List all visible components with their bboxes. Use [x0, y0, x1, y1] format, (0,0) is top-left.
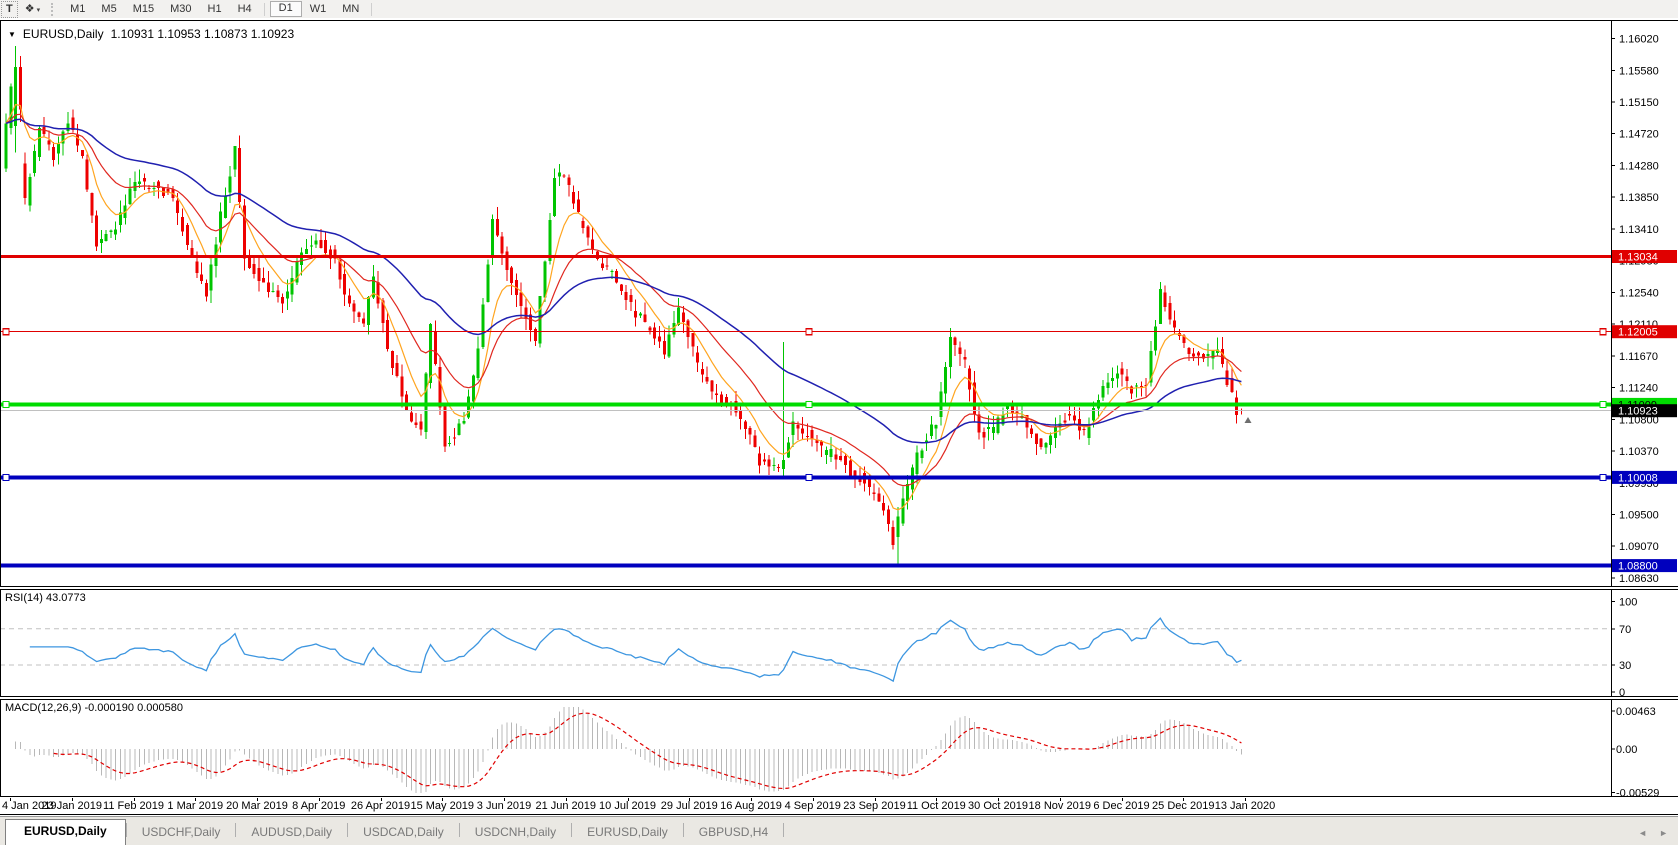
timeframe-button-group: M1M5M15M30H1H4 D1W1MN: [62, 1, 367, 17]
date-label: 11 Oct 2019: [907, 800, 966, 812]
rsi-tick-label: 0: [1619, 687, 1625, 697]
svg-text:1.10923: 1.10923: [1618, 406, 1658, 418]
date-label: 29 Jul 2019: [661, 800, 718, 812]
chart-tab-usdcnh-daily[interactable]: USDCNH,Daily: [460, 821, 571, 845]
date-label: 16 Aug 2019: [720, 800, 782, 812]
date-label: 23 Sep 2019: [843, 800, 905, 812]
price-tick-label: 1.15150: [1619, 97, 1659, 109]
objects-tool-button[interactable]: ❖▾: [20, 2, 45, 17]
date-label: 21 Jun 2019: [535, 800, 596, 812]
chart-dropdown-icon[interactable]: ▼: [8, 30, 16, 39]
price-tick-label: 1.15580: [1619, 66, 1659, 78]
price-tick-label: 1.11670: [1619, 351, 1658, 363]
date-label: 30 Oct 2019: [968, 800, 1028, 812]
toolbar-separator: [371, 3, 373, 16]
timeframe-button-d1[interactable]: D1: [270, 1, 302, 17]
price-tick-label: 1.11240: [1619, 383, 1658, 395]
timeframe-button-w1[interactable]: W1: [302, 2, 335, 16]
date-label: 25 Dec 2019: [1152, 800, 1214, 812]
objects-tool-icon: ❖: [25, 3, 35, 15]
timeframe-button-m1[interactable]: M1: [62, 2, 93, 16]
chart-symbol-label: EURUSD,Daily: [23, 27, 104, 41]
chart-tab-usdcad-daily[interactable]: USDCAD,Daily: [348, 821, 459, 845]
line-handle[interactable]: [806, 329, 812, 335]
chart-tab-bar: EURUSD,DailyUSDCHF,DailyAUDUSD,DailyUSDC…: [0, 816, 1678, 845]
line-handle[interactable]: [3, 329, 9, 335]
date-label: 3 Jun 2019: [477, 800, 531, 812]
chart-ohlc-values: 1.10931 1.10953 1.10873 1.10923: [111, 27, 295, 41]
date-label: 26 Apr 2019: [351, 800, 410, 812]
macd-panel[interactable]: 0.00463 0.00 -0.00529: [0, 699, 1678, 797]
toolbar-grip: [51, 3, 57, 16]
price-tick-label: 1.13410: [1619, 224, 1659, 236]
chart-window: ▼ EURUSD,Daily 1.10931 1.10953 1.10873 1…: [0, 20, 1678, 815]
date-label: 4 Sep 2019: [785, 800, 841, 812]
tab-separator: [783, 823, 784, 837]
date-label: 6 Dec 2019: [1093, 800, 1149, 812]
chart-title: ▼ EURUSD,Daily 1.10931 1.10953 1.10873 1…: [8, 27, 294, 41]
chart-tab-audusd-daily[interactable]: AUDUSD,Daily: [236, 821, 347, 845]
chart-tab-usdchf-daily[interactable]: USDCHF,Daily: [127, 821, 236, 845]
rsi-panel[interactable]: 100 70 30 0: [0, 589, 1678, 697]
svg-text:1.13034: 1.13034: [1618, 252, 1658, 264]
date-label: 11 Feb 2019: [103, 800, 164, 812]
tab-scroll-left-icon[interactable]: ◄: [1638, 828, 1647, 838]
chart-tab-eurusd-daily[interactable]: EURUSD,Daily: [572, 821, 683, 845]
chart-tab-eurusd-daily[interactable]: EURUSD,Daily: [5, 819, 126, 845]
price-tick-label: 1.09500: [1619, 510, 1659, 522]
timeframe-button-h1[interactable]: H1: [200, 2, 230, 16]
timeframe-button-m5[interactable]: M5: [93, 2, 124, 16]
chevron-down-icon: ▾: [37, 7, 41, 14]
svg-text:1.10008: 1.10008: [1618, 472, 1658, 484]
tab-scroll-right-icon[interactable]: ►: [1659, 828, 1668, 838]
price-tick-label: 1.16020: [1619, 34, 1659, 46]
line-handle[interactable]: [1600, 474, 1606, 480]
price-tick-label: 1.09070: [1619, 541, 1659, 553]
line-handle[interactable]: [3, 401, 9, 407]
date-label: 20 Mar 2019: [226, 800, 288, 812]
date-label: 1 Mar 2019: [167, 800, 223, 812]
line-handle[interactable]: [3, 474, 9, 480]
toolbar-separator: [264, 3, 266, 16]
timeframe-button-m30[interactable]: M30: [162, 2, 199, 16]
line-handle[interactable]: [1600, 329, 1606, 335]
timeframe-button-h4[interactable]: H4: [230, 2, 260, 16]
macd-indicator-label: MACD(12,26,9) -0.000190 0.000580: [5, 702, 183, 714]
rsi-tick-label: 30: [1619, 660, 1631, 672]
line-handle[interactable]: [806, 474, 812, 480]
rsi-tick-label: 70: [1619, 624, 1631, 636]
main-price-chart[interactable]: 1.16020 1.15580 1.15150 1.14720 1.14280 1.138…: [0, 21, 1678, 587]
chart-tab-gbpusd-h4[interactable]: GBPUSD,H4: [684, 821, 783, 845]
line-handle[interactable]: [806, 401, 812, 407]
date-axis[interactable]: 4 Jan 201923 Jan 201911 Feb 20191 Mar 20…: [0, 798, 1678, 815]
top-toolbar: T ❖▾ M1M5M15M30H1H4 D1W1MN: [0, 0, 1678, 18]
macd-tick-label: 0.00463: [1616, 706, 1656, 718]
line-handle[interactable]: [1600, 401, 1606, 407]
date-label: 8 Apr 2019: [292, 800, 345, 812]
date-label: 23 Jan 2019: [41, 800, 102, 812]
date-label: 18 Nov 2019: [1029, 800, 1091, 812]
macd-tick-label: 0.00: [1616, 744, 1637, 756]
date-label: 10 Jul 2019: [599, 800, 656, 812]
svg-text:1.08800: 1.08800: [1618, 561, 1658, 573]
macd-tick-label: -0.00529: [1616, 787, 1659, 797]
price-tick-label: 1.13850: [1619, 192, 1659, 204]
date-label: 15 May 2019: [410, 800, 474, 812]
timeframe-button-mn[interactable]: MN: [334, 2, 367, 16]
date-label: 13 Jan 2020: [1215, 800, 1276, 812]
timeframe-button-m15[interactable]: M15: [125, 2, 162, 16]
text-label-tool-icon[interactable]: T: [1, 1, 18, 18]
price-tick-label: 1.12540: [1619, 288, 1659, 300]
price-tick-label: 1.08630: [1619, 573, 1659, 585]
price-tick-label: 1.14280: [1619, 161, 1659, 173]
rsi-tick-label: 100: [1619, 597, 1637, 609]
price-tick-label: 1.10370: [1619, 446, 1659, 458]
svg-text:1.12005: 1.12005: [1618, 327, 1658, 339]
rsi-indicator-label: RSI(14) 43.0773: [5, 592, 86, 604]
price-tick-label: 1.14720: [1619, 129, 1659, 141]
